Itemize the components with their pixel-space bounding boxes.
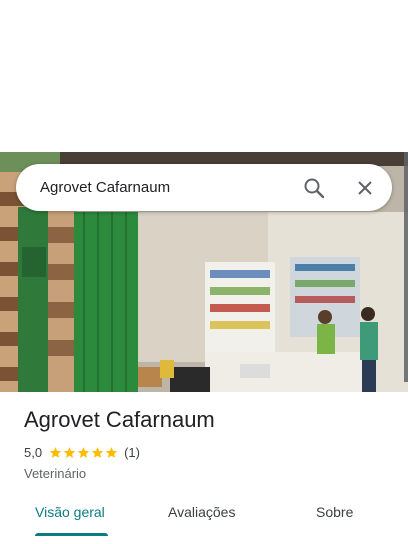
star-icon: [49, 447, 62, 458]
tab-reviews[interactable]: Avaliações: [168, 504, 235, 520]
star-icon: [105, 447, 118, 458]
place-category[interactable]: Veterinário: [24, 466, 86, 481]
close-icon[interactable]: [353, 176, 377, 200]
rating-stars: [49, 446, 119, 459]
reviews-count[interactable]: (1): [124, 445, 140, 460]
tab-bar: Visão geral Avaliações Sobre: [0, 491, 408, 536]
rating-value: 5,0: [24, 445, 43, 460]
search-icon[interactable]: [302, 176, 326, 200]
star-icon: [91, 447, 104, 458]
place-title: Agrovet Cafarnaum: [24, 407, 215, 432]
tab-about[interactable]: Sobre: [316, 504, 353, 520]
search-box[interactable]: Agrovet Cafarnaum: [16, 164, 392, 211]
star-icon: [63, 447, 76, 458]
search-query[interactable]: Agrovet Cafarnaum: [40, 179, 170, 196]
tab-overview[interactable]: Visão geral: [35, 504, 105, 520]
rating-row[interactable]: 5,0 (1): [24, 445, 140, 460]
active-tab-indicator: [35, 533, 108, 536]
star-icon: [77, 447, 90, 458]
scrollbar[interactable]: [404, 152, 408, 382]
